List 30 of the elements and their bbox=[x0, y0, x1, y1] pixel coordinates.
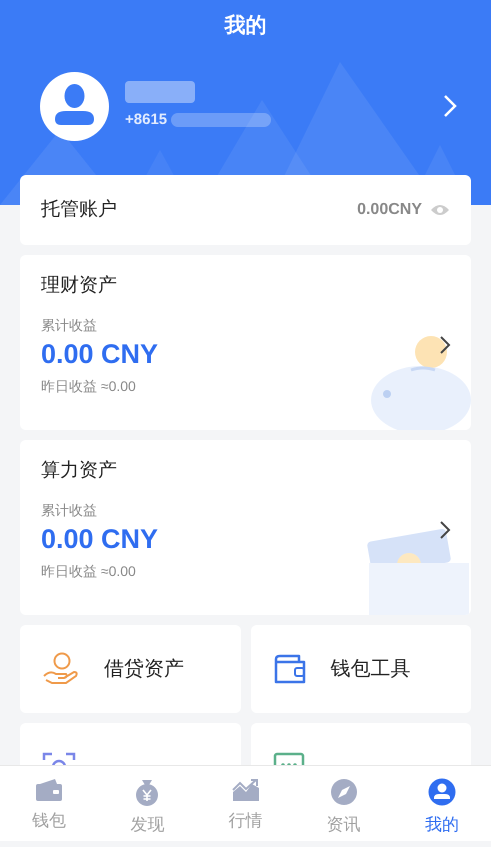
amount-text: 0.00CNY bbox=[357, 200, 422, 220]
money-bag-icon bbox=[134, 778, 160, 806]
trend-chart-icon bbox=[232, 778, 260, 802]
tile-label: 借贷资产 bbox=[104, 657, 184, 682]
avatar-icon[interactable] bbox=[40, 72, 109, 140]
card-title: 托管账户 bbox=[41, 198, 117, 222]
total-label: 累计收益 bbox=[41, 316, 97, 334]
card-title: 算力资产 bbox=[41, 459, 117, 483]
wallet-icon bbox=[272, 653, 306, 685]
wallet-icon bbox=[35, 778, 64, 802]
asset-card[interactable]: 算力资产 累计收益 0.00 CNY 昨日收益 ≈0.00 bbox=[20, 440, 471, 615]
chevron-right-icon[interactable] bbox=[439, 520, 451, 540]
asset-card[interactable]: 理财资产 累计收益 0.00 CNY 昨日收益 ≈0.00 bbox=[20, 255, 471, 430]
tile-label: 钱包工具 bbox=[330, 657, 410, 682]
total-amount: 0.00 CNY bbox=[41, 522, 158, 556]
menu-tile[interactable]: 钱包工具 bbox=[250, 625, 471, 713]
hand-coin-icon bbox=[42, 652, 80, 686]
card-title: 理财资产 bbox=[41, 274, 117, 298]
yesterday-earnings: 昨日收益 ≈0.00 bbox=[41, 562, 136, 580]
compass-icon bbox=[330, 778, 358, 806]
blurred-name bbox=[125, 80, 195, 103]
phone-number: +8615 bbox=[125, 110, 168, 130]
page-title: 我的 bbox=[223, 13, 268, 39]
chevron-right-icon[interactable] bbox=[439, 335, 451, 355]
total-amount: 0.00 CNY bbox=[41, 338, 158, 370]
menu-tile[interactable]: 借贷资产 bbox=[20, 625, 240, 713]
total-label: 累计收益 bbox=[41, 500, 97, 520]
person-icon bbox=[428, 778, 456, 806]
yesterday-earnings: 昨日收益 ≈0.00 bbox=[41, 376, 136, 396]
tab-item[interactable]: 我的 bbox=[392, 766, 491, 841]
